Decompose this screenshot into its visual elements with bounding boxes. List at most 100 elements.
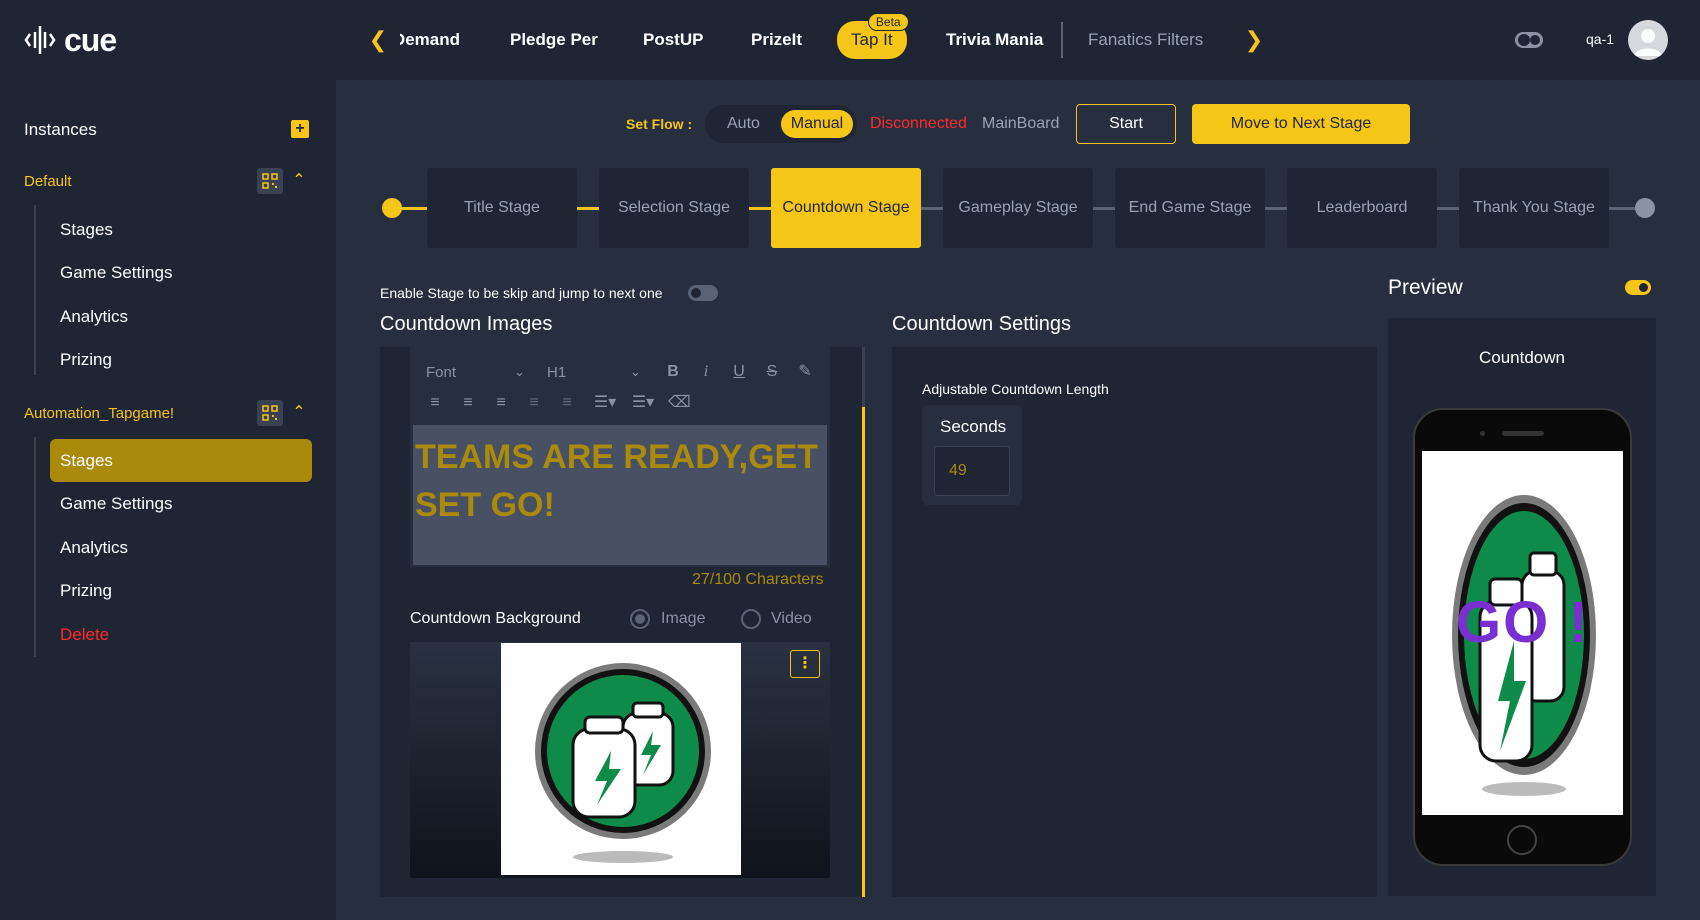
skip-stage-label: Enable Stage to be skip and jump to next… <box>380 285 663 301</box>
nav-tab-fanatics-filters[interactable]: Fanatics Filters <box>1088 24 1203 56</box>
pipeline-connector <box>400 207 427 210</box>
nav-tab-demand[interactable]: Demand <box>400 24 460 56</box>
stage-end-game[interactable]: End Game Stage <box>1115 168 1265 248</box>
strikethrough-icon[interactable]: S <box>761 361 783 383</box>
tree-line <box>34 205 36 375</box>
pipeline-connector <box>576 207 600 210</box>
pipeline-connector <box>1608 207 1636 210</box>
sidebar-item-analytics[interactable]: Analytics <box>60 538 128 558</box>
qr-code-button[interactable] <box>257 168 283 194</box>
underline-icon[interactable]: U <box>728 361 750 383</box>
group-default[interactable]: Default <box>24 173 72 190</box>
sidebar-item-delete[interactable]: Delete <box>60 625 109 645</box>
nav-tab-postup[interactable]: PostUP <box>643 24 703 56</box>
stage-countdown[interactable]: Countdown Stage <box>771 168 921 248</box>
sidebar-title: Instances <box>24 120 97 139</box>
sidebar-item-game-settings[interactable]: Game Settings <box>60 263 172 283</box>
bullet-list-icon[interactable]: ☰▾ <box>628 392 658 414</box>
preview-caption: Countdown <box>1478 348 1565 367</box>
eraser-icon[interactable]: ⌫ <box>668 392 691 414</box>
preview-title: Preview <box>1388 276 1463 299</box>
sidebar-item-stages[interactable]: Stages <box>60 220 113 240</box>
bold-icon[interactable]: B <box>662 361 684 383</box>
radio-image-label: Image <box>661 610 706 627</box>
countdown-images-title: Countdown Images <box>380 313 553 335</box>
username: qa-1 <box>1586 31 1615 47</box>
stage-leaderboard[interactable]: Leaderboard <box>1287 168 1437 248</box>
chevron-down-icon[interactable]: ⌄ <box>514 364 525 380</box>
start-button[interactable]: Start <box>1076 104 1176 144</box>
outdent-icon[interactable]: ≡ <box>556 392 578 414</box>
phone-speaker <box>1502 431 1544 436</box>
nav-tab-prizeit[interactable]: PrizeIt <box>751 24 802 56</box>
user-icon <box>1634 29 1662 56</box>
sound-wave-icon <box>24 26 56 54</box>
seconds-input[interactable]: 49 <box>934 446 1010 496</box>
nav-prev-arrow-icon[interactable]: ❮ <box>368 27 388 52</box>
ordered-list-icon[interactable]: ☰▾ <box>590 392 620 414</box>
theme-toggle-icon[interactable] <box>1514 30 1544 50</box>
stage-gameplay[interactable]: Gameplay Stage <box>943 168 1093 248</box>
add-instance-button[interactable]: + <box>291 120 309 138</box>
nav-tab-tap-it[interactable]: Tap It Beta <box>837 13 909 59</box>
sidebar-item-prizing[interactable]: Prizing <box>60 581 112 601</box>
pipeline-connector <box>1092 207 1116 210</box>
align-left-icon[interactable]: ≡ <box>424 392 446 414</box>
adjustable-length-label: Adjustable Countdown Length <box>922 381 1109 397</box>
stage-selection[interactable]: Selection Stage <box>599 168 749 248</box>
board-name: MainBoard <box>982 115 1060 132</box>
radio-video-label: Video <box>771 610 812 627</box>
pipeline-connector <box>748 207 772 210</box>
sidebar-item-game-settings[interactable]: Game Settings <box>60 494 172 514</box>
brush-icon[interactable]: ✎ <box>794 361 816 383</box>
qr-code-icon <box>262 405 278 421</box>
logo[interactable]: cue <box>24 21 117 58</box>
tree-line <box>34 437 36 657</box>
pipeline-connector <box>1264 207 1288 210</box>
radio-image[interactable] <box>630 609 650 629</box>
group-automation-tapgame[interactable]: Automation_Tapgame! <box>24 405 174 422</box>
font-select[interactable]: Font <box>426 364 456 381</box>
align-center-icon[interactable]: ≡ <box>457 392 479 414</box>
logo-text: cue <box>64 21 117 58</box>
collapse-automation-icon[interactable]: ⌃ <box>292 405 306 421</box>
connection-status: Disconnected <box>870 115 967 132</box>
flow-auto-option[interactable]: Auto <box>727 115 760 133</box>
flow-manual-option[interactable]: Manual <box>781 110 853 138</box>
phone-screen: GO ! <box>1422 451 1623 815</box>
flow-label: Set Flow : <box>626 116 693 132</box>
sidebar-item-stages-active[interactable]: Stages <box>50 439 312 482</box>
collapse-default-icon[interactable]: ⌃ <box>292 173 306 189</box>
flow-switch[interactable]: Auto Manual <box>705 105 857 143</box>
qr-code-button[interactable] <box>257 400 283 426</box>
go-overlay-text: GO ! <box>1456 590 1590 655</box>
radio-video[interactable] <box>741 609 761 629</box>
nav-next-arrow-icon[interactable]: ❯ <box>1244 27 1264 52</box>
media-options-button[interactable]: ⋮ <box>790 650 820 678</box>
sidebar-item-analytics[interactable]: Analytics <box>60 307 128 327</box>
indent-icon[interactable]: ≡ <box>523 392 545 414</box>
skip-stage-toggle[interactable] <box>688 285 718 301</box>
phone-home-button <box>1507 825 1537 855</box>
phone-camera <box>1480 431 1485 436</box>
countdown-text-input[interactable]: TEAMS ARE READY,GET SET GO! <box>413 425 827 565</box>
nav-tab-trivia-mania[interactable]: Trivia Mania <box>946 24 1043 56</box>
pipeline-connector <box>920 207 944 210</box>
top-bar: cue ❮ Demand Pledge Per PostUP PrizeIt T… <box>0 0 1700 80</box>
italic-icon[interactable]: i <box>695 361 717 383</box>
stage-thank-you[interactable]: Thank You Stage <box>1459 168 1609 248</box>
nav-tab-tap-it-label: Tap It <box>851 30 893 49</box>
pipeline-start-dot <box>382 198 402 218</box>
sidebar-item-prizing[interactable]: Prizing <box>60 350 112 370</box>
countdown-settings-title: Countdown Settings <box>892 313 1072 335</box>
energy-bottle-logo-icon <box>535 663 711 863</box>
move-next-stage-button[interactable]: Move to Next Stage <box>1192 104 1410 144</box>
avatar[interactable] <box>1628 20 1668 60</box>
nav-tab-pledge-per[interactable]: Pledge Per <box>510 24 598 56</box>
align-right-icon[interactable]: ≡ <box>490 392 512 414</box>
preview-toggle[interactable] <box>1625 280 1651 295</box>
chevron-down-icon[interactable]: ⌄ <box>630 364 641 380</box>
stage-title[interactable]: Title Stage <box>427 168 577 248</box>
heading-select[interactable]: H1 <box>547 364 566 381</box>
panel-scrollbar-thumb[interactable] <box>862 407 865 897</box>
